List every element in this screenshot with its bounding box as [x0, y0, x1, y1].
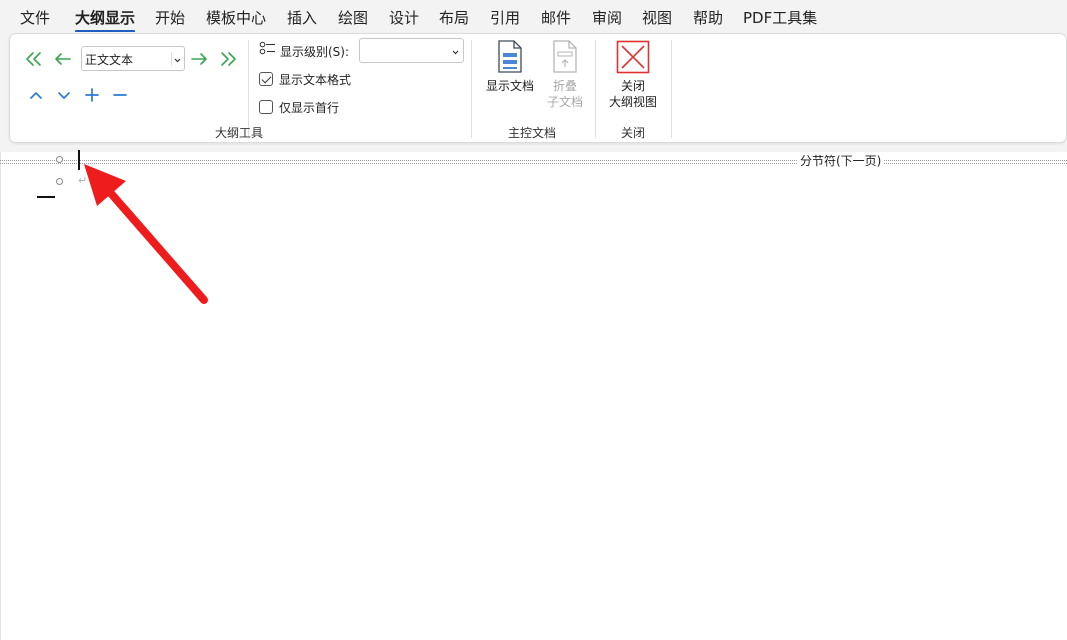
- annotation-arrow-icon: [84, 164, 208, 304]
